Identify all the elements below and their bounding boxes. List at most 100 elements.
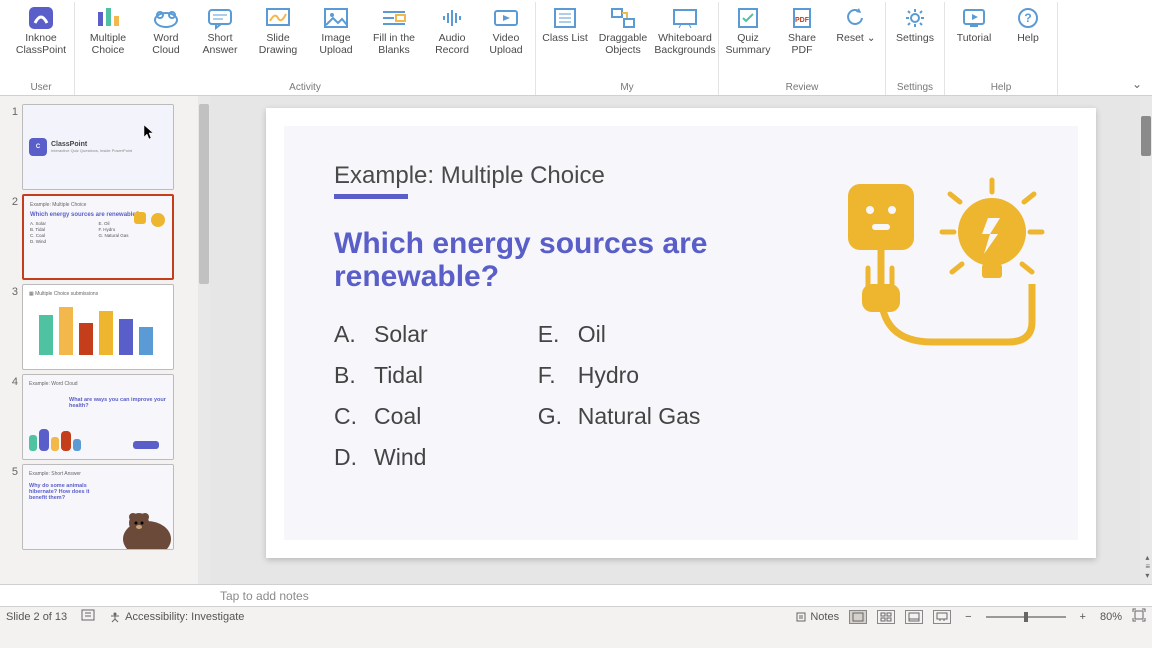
ribbon-label: Short Answer <box>195 32 245 56</box>
thumbnail-3[interactable]: ▦ Multiple Choice submissions <box>22 284 174 370</box>
thumbnail-number: 4 <box>6 374 18 388</box>
ribbon-tutorial-button[interactable]: Tutorial <box>949 6 999 44</box>
canvas-nav-icons[interactable]: ▴≡▾ <box>1145 553 1150 580</box>
view-reading-button[interactable] <box>905 610 923 624</box>
zoom-slider[interactable] <box>986 616 1066 618</box>
notes-toggle[interactable]: Notes <box>795 611 839 623</box>
fill-blanks-icon <box>380 6 408 30</box>
thumbnail-1[interactable]: CClassPointInteractive Quiz Questions, i… <box>22 104 174 190</box>
video-upload-icon <box>492 6 520 30</box>
ribbon-group-review: Quiz SummaryPDFShare PDFReset ⌄ Review <box>719 2 886 95</box>
option-letter: A. <box>334 321 360 348</box>
ribbon-label: Quiz Summary <box>723 32 773 56</box>
thumbnail-4[interactable]: Example: Word CloudWhat are ways you can… <box>22 374 174 460</box>
option-text: Oil <box>578 321 606 348</box>
view-slideshow-button[interactable] <box>933 610 951 624</box>
ribbon-settings-button[interactable]: Settings <box>890 6 940 44</box>
ribbon-share-pdf-button[interactable]: PDFShare PDF <box>777 6 827 56</box>
canvas-scroll-handle[interactable] <box>1141 116 1151 156</box>
language-icon[interactable] <box>81 609 95 624</box>
help-icon: ? <box>1014 6 1042 30</box>
thumbnail-row-5[interactable]: 5 Example: Short AnswerWhy do some animal… <box>0 462 210 552</box>
ribbon-group-user: Inknoe ClassPointUser <box>8 2 75 95</box>
ribbon-group-label: Settings <box>897 82 933 95</box>
ribbon-reset-button[interactable]: Reset ⌄ <box>831 6 881 56</box>
option-letter: G. <box>538 403 564 430</box>
ribbon-collapse-button[interactable]: ⌄ <box>1132 77 1142 91</box>
ribbon-short-answer-button[interactable]: Short Answer <box>195 6 245 56</box>
ribbon-label: Inknoe ClassPoint <box>12 32 70 56</box>
option-f: F. Hydro <box>538 362 701 389</box>
thumbnail-row-1[interactable]: 1 CClassPointInteractive Quiz Questions, … <box>0 102 210 192</box>
ribbon-audio-record-button[interactable]: Audio Record <box>427 6 477 56</box>
thumbnail-2[interactable]: Example: Multiple ChoiceWhich energy sou… <box>22 194 174 280</box>
canvas-vertical-scrollbar[interactable]: ▴≡▾ <box>1140 96 1152 584</box>
thumbnail-number: 5 <box>6 464 18 478</box>
ribbon-quiz-summary-button[interactable]: Quiz Summary <box>723 6 773 56</box>
ribbon-label: Tutorial <box>957 32 992 44</box>
zoom-handle[interactable] <box>1024 612 1028 622</box>
body-area: 1 CClassPointInteractive Quiz Questions, … <box>0 96 1152 584</box>
ribbon-class-list-button[interactable]: Class List <box>540 6 590 56</box>
image-upload-icon <box>322 6 350 30</box>
ribbon-multiple-choice-button[interactable]: Multiple Choice <box>79 6 137 56</box>
thumb-scroll-handle[interactable] <box>199 104 209 284</box>
ribbon-group-label: Review <box>786 82 819 95</box>
option-letter: E. <box>538 321 564 348</box>
option-letter: F. <box>538 362 564 389</box>
option-e: E. Oil <box>538 321 701 348</box>
option-text: Tidal <box>374 362 423 389</box>
option-b: B.Tidal <box>334 362 428 389</box>
zoom-percent[interactable]: 80% <box>1100 611 1122 623</box>
current-slide[interactable]: Example: Multiple Choice Which energy so… <box>266 108 1096 558</box>
thumbnail-row-4[interactable]: 4 Example: Word CloudWhat are ways you ca… <box>0 372 210 462</box>
ribbon-image-upload-button[interactable]: Image Upload <box>311 6 361 56</box>
option-text: Wind <box>374 444 426 471</box>
thumbnail-row-3[interactable]: 3▦ Multiple Choice submissions <box>0 282 210 372</box>
notes-bar[interactable]: Tap to add notes <box>0 584 1152 606</box>
ribbon-group-my: Class List Draggable ObjectsWhiteboard Ba… <box>536 2 719 95</box>
ribbon-label: Image Upload <box>311 32 361 56</box>
ribbon-label: Class List <box>542 32 588 44</box>
inknoe-icon <box>27 6 55 30</box>
ribbon-slide-drawing-button[interactable]: Slide Drawing <box>249 6 307 56</box>
option-letter: C. <box>334 403 360 430</box>
energy-graphic <box>832 172 1052 382</box>
question-text: Which energy sources are renewable? <box>334 227 714 293</box>
view-normal-button[interactable] <box>849 610 867 624</box>
ribbon-fill-blanks-button[interactable]: Fill in the Blanks <box>365 6 423 56</box>
thumbnail-number: 1 <box>6 104 18 118</box>
status-left: Slide 2 of 13 Accessibility: Investigate <box>6 609 244 624</box>
accessibility-status[interactable]: Accessibility: Investigate <box>109 611 244 623</box>
ribbon-label: Settings <box>896 32 934 44</box>
thumbnail-row-2[interactable]: 2Example: Multiple ChoiceWhich energy so… <box>0 192 210 282</box>
ribbon-label: Video Upload <box>481 32 531 56</box>
ribbon-draggable-objects-button[interactable]: Draggable Objects <box>594 6 652 56</box>
fit-to-window-button[interactable] <box>1132 608 1146 625</box>
ribbon-video-upload-button[interactable]: Video Upload <box>481 6 531 56</box>
share-pdf-icon: PDF <box>788 6 816 30</box>
ribbon-label: Audio Record <box>427 32 477 56</box>
slide-canvas-area: Example: Multiple Choice Which energy so… <box>210 96 1152 584</box>
ribbon-inknoe-button[interactable]: Inknoe ClassPoint <box>12 6 70 56</box>
svg-text:?: ? <box>1024 11 1031 25</box>
ribbon-word-cloud-button[interactable]: Word Cloud <box>141 6 191 56</box>
short-answer-icon <box>206 6 234 30</box>
zoom-in-button[interactable]: + <box>1076 611 1090 623</box>
ribbon: Inknoe ClassPointUserMultiple ChoiceWord… <box>0 0 1152 96</box>
ribbon-group-label: Help <box>991 82 1012 95</box>
draggable-objects-icon <box>609 6 637 30</box>
zoom-out-button[interactable]: − <box>961 611 975 623</box>
thumbnail-5[interactable]: Example: Short AnswerWhy do some animals… <box>22 464 174 550</box>
ribbon-help-button[interactable]: ?Help <box>1003 6 1053 44</box>
ribbon-group-activity: Multiple ChoiceWord CloudShort AnswerSli… <box>75 2 536 95</box>
accessibility-icon <box>109 611 121 623</box>
view-sorter-button[interactable] <box>877 610 895 624</box>
thumb-scrollbar[interactable] <box>198 96 210 584</box>
ribbon-label: Draggable Objects <box>594 32 652 56</box>
ribbon-label: Whiteboard Backgrounds <box>654 32 715 56</box>
ribbon-whiteboard-bg-button[interactable]: Whiteboard Backgrounds <box>656 6 714 56</box>
option-text: Hydro <box>578 362 639 389</box>
thumbnail-panel[interactable]: 1 CClassPointInteractive Quiz Questions, … <box>0 96 210 584</box>
reset-icon <box>842 6 870 30</box>
